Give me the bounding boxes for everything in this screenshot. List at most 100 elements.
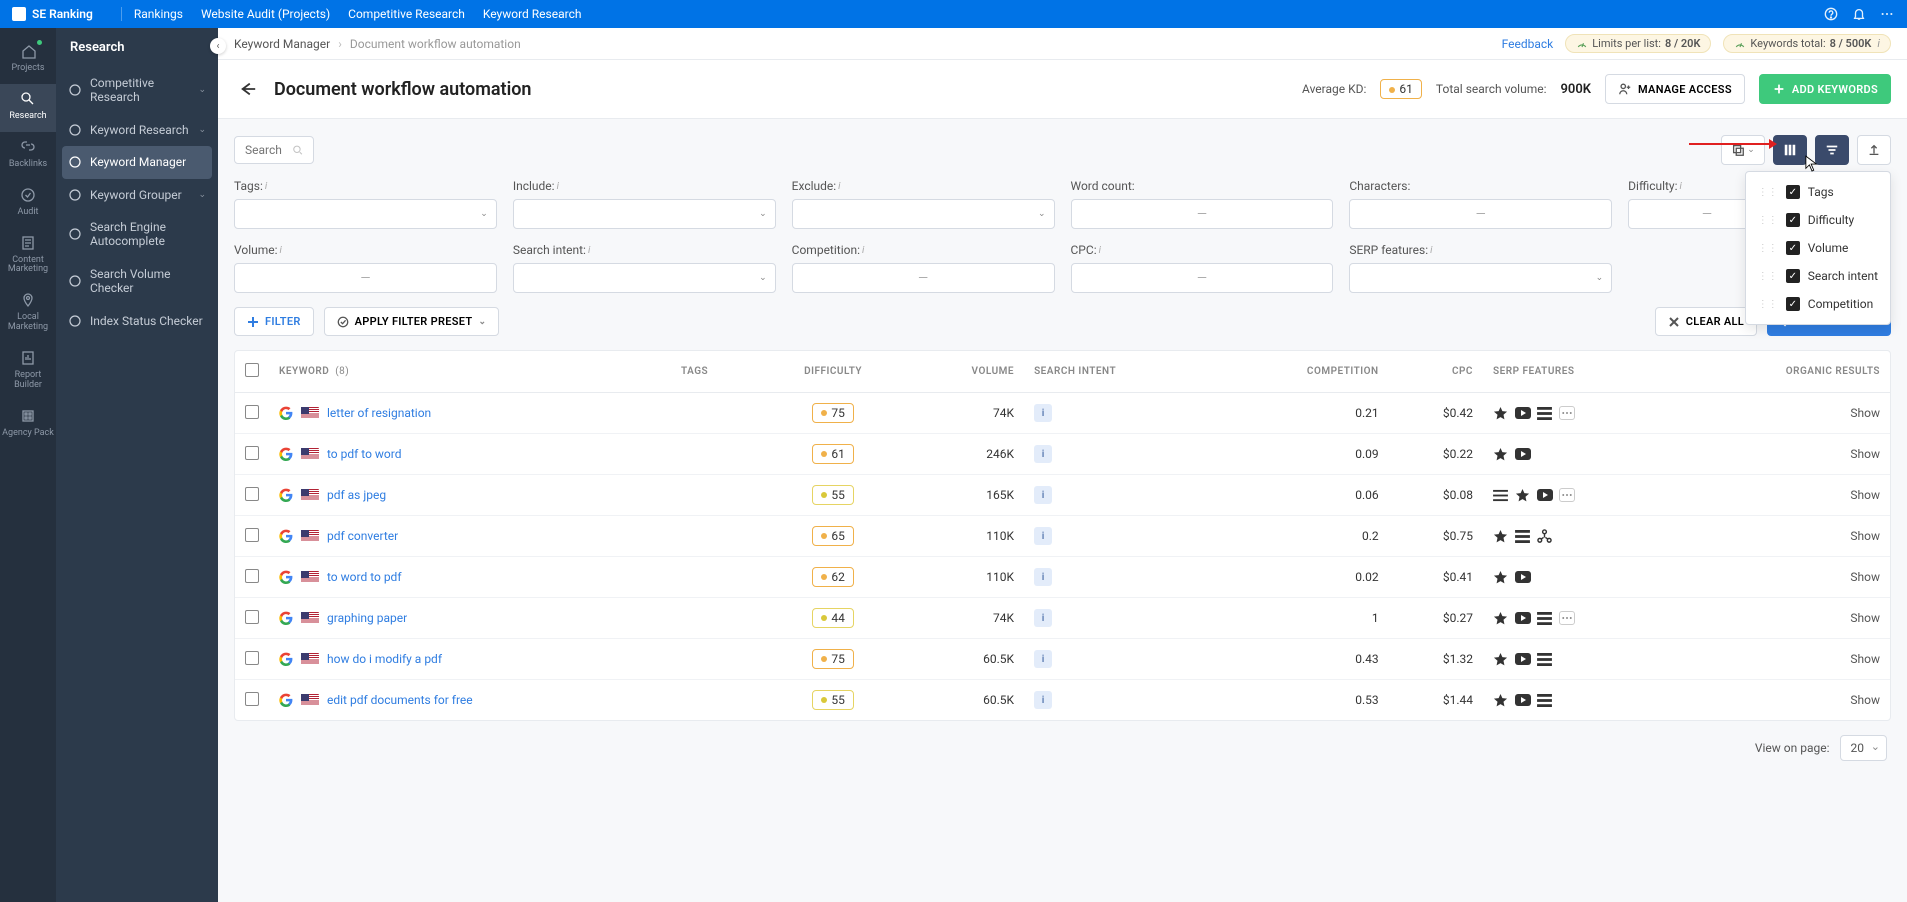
col-organic[interactable]: ORGANIC RESULTS	[1675, 351, 1890, 393]
keyword-link[interactable]: edit pdf documents for free	[327, 693, 473, 707]
add-keywords-button[interactable]: ADD KEYWORDS	[1759, 74, 1891, 104]
sidebar-icon-research[interactable]: Research	[0, 84, 56, 132]
filter-input[interactable]: —	[234, 263, 497, 293]
brand-logo[interactable]: SE Ranking	[12, 7, 93, 21]
collapse-sidebar-button[interactable]: ‹	[210, 38, 226, 54]
copy-dropdown-button[interactable]: ⌄	[1721, 135, 1765, 165]
row-checkbox[interactable]	[245, 610, 259, 624]
info-icon: i	[588, 245, 590, 256]
column-toggle-item[interactable]: ⋮⋮✓Competition	[1746, 290, 1890, 318]
clear-all-button[interactable]: CLEAR ALL	[1655, 307, 1757, 336]
filter-input[interactable]: —	[1349, 199, 1612, 229]
col-intent[interactable]: SEARCH INTENT	[1024, 351, 1216, 393]
filter-input[interactable]: —	[1071, 263, 1334, 293]
filter-actions: FILTER APPLY FILTER PRESET ⌄ CLEAR ALL A…	[234, 307, 1891, 336]
google-icon	[279, 406, 293, 420]
sidebar-menu-item[interactable]: Keyword Grouper⌄	[56, 179, 218, 211]
keyword-link[interactable]: to pdf to word	[327, 447, 402, 461]
col-tags[interactable]: TAGS	[671, 351, 760, 393]
topnav-item[interactable]: Rankings	[134, 7, 183, 21]
flag-us-icon	[301, 530, 319, 542]
sidebar-menu-item[interactable]: Search Engine Autocomplete	[56, 211, 218, 258]
show-organic-link[interactable]: Show	[1850, 611, 1880, 625]
keyword-link[interactable]: how do i modify a pdf	[327, 652, 442, 666]
col-competition[interactable]: COMPETITION	[1216, 351, 1389, 393]
sidebar-icon-agency-pack[interactable]: Agency Pack	[0, 401, 56, 449]
column-toggle-item[interactable]: ⋮⋮✓Volume	[1746, 234, 1890, 262]
row-checkbox[interactable]	[245, 487, 259, 501]
select-all-checkbox[interactable]	[245, 363, 259, 377]
topnav-item[interactable]: Website Audit (Projects)	[201, 7, 330, 21]
bell-icon[interactable]	[1851, 6, 1867, 22]
col-volume[interactable]: VOLUME	[906, 351, 1024, 393]
filter-toggle-button[interactable]	[1815, 135, 1849, 165]
sidebar-menu-item[interactable]: Index Status Checker	[56, 305, 218, 337]
help-icon[interactable]	[1823, 6, 1839, 22]
cpc-cell: $0.41	[1389, 557, 1483, 598]
col-serp[interactable]: SERP FEATURES	[1483, 351, 1675, 393]
sidebar-icon-audit[interactable]: Audit	[0, 180, 56, 228]
apply-preset-button[interactable]: APPLY FILTER PRESET ⌄	[324, 307, 500, 336]
gauge-icon	[1734, 38, 1746, 50]
filter-input[interactable]: ⌄	[1349, 263, 1612, 293]
filter-input[interactable]: —	[1071, 199, 1334, 229]
columns-button[interactable]	[1773, 135, 1807, 165]
sidebar-icon-report-builder[interactable]: Report Builder	[0, 343, 56, 401]
sidebar-icon-local-marketing[interactable]: Local Marketing	[0, 285, 56, 343]
back-button[interactable]	[234, 75, 262, 103]
row-checkbox[interactable]	[245, 651, 259, 665]
menu-item-icon	[68, 155, 82, 169]
add-filter-button[interactable]: FILTER	[234, 307, 314, 336]
show-organic-link[interactable]: Show	[1850, 447, 1880, 461]
feedback-link[interactable]: Feedback	[1502, 37, 1554, 51]
search-input[interactable]	[245, 143, 292, 157]
sidebar-menu-item[interactable]: Competitive Research⌄	[56, 67, 218, 114]
show-organic-link[interactable]: Show	[1850, 488, 1880, 502]
row-checkbox[interactable]	[245, 692, 259, 706]
search-box[interactable]	[234, 136, 314, 164]
filter-input[interactable]: ⌄	[513, 263, 776, 293]
star-icon	[1493, 693, 1509, 707]
manage-access-button[interactable]: MANAGE ACCESS	[1605, 74, 1745, 104]
sidebar-icon-backlinks[interactable]: Backlinks	[0, 132, 56, 180]
column-toggle-item[interactable]: ⋮⋮✓Tags	[1746, 178, 1890, 206]
keyword-link[interactable]: to word to pdf	[327, 570, 402, 584]
filter-input[interactable]: ⌄	[234, 199, 497, 229]
sidebar-icon-projects[interactable]: Projects	[0, 36, 56, 84]
show-organic-link[interactable]: Show	[1850, 693, 1880, 707]
sidebar-menu-item[interactable]: Keyword Research⌄	[56, 114, 218, 146]
col-difficulty[interactable]: DIFFICULTY	[760, 351, 907, 393]
topnav-item[interactable]: Keyword Research	[483, 7, 582, 21]
show-organic-link[interactable]: Show	[1850, 652, 1880, 666]
column-toggle-item[interactable]: ⋮⋮✓Search intent	[1746, 262, 1890, 290]
page-size-select[interactable]: 20	[1840, 735, 1888, 761]
sidebar-menu-item[interactable]: Keyword Manager	[62, 146, 212, 178]
show-organic-link[interactable]: Show	[1850, 529, 1880, 543]
breadcrumb-item[interactable]: Keyword Manager	[234, 37, 330, 51]
col-cpc[interactable]: CPC	[1389, 351, 1483, 393]
row-checkbox[interactable]	[245, 446, 259, 460]
filter-input[interactable]: —	[792, 263, 1055, 293]
column-toggle-item[interactable]: ⋮⋮✓Difficulty	[1746, 206, 1890, 234]
row-checkbox[interactable]	[245, 405, 259, 419]
keyword-link[interactable]: pdf as jpeg	[327, 488, 386, 502]
row-checkbox[interactable]	[245, 569, 259, 583]
main: Keyword Manager › Document workflow auto…	[218, 28, 1907, 902]
keyword-link[interactable]: pdf converter	[327, 529, 398, 543]
keyword-link[interactable]: graphing paper	[327, 611, 407, 625]
filter-icon	[1825, 143, 1839, 157]
filter-input[interactable]: ⌄	[513, 199, 776, 229]
col-keyword[interactable]: KEYWORD (8)	[269, 351, 671, 393]
row-checkbox[interactable]	[245, 528, 259, 542]
more-icon[interactable]	[1879, 6, 1895, 22]
topnav-item[interactable]: Competitive Research	[348, 7, 465, 21]
filter-input[interactable]: ⌄	[792, 199, 1055, 229]
sidebar-icon-content-marketing[interactable]: Content Marketing	[0, 228, 56, 286]
export-button[interactable]	[1857, 135, 1891, 165]
youtube-icon	[1515, 406, 1531, 420]
keyword-link[interactable]: letter of resignation	[327, 406, 431, 420]
show-organic-link[interactable]: Show	[1850, 406, 1880, 420]
sidebar-menu-item[interactable]: Search Volume Checker	[56, 258, 218, 305]
show-organic-link[interactable]: Show	[1850, 570, 1880, 584]
serp-features	[1493, 406, 1665, 420]
